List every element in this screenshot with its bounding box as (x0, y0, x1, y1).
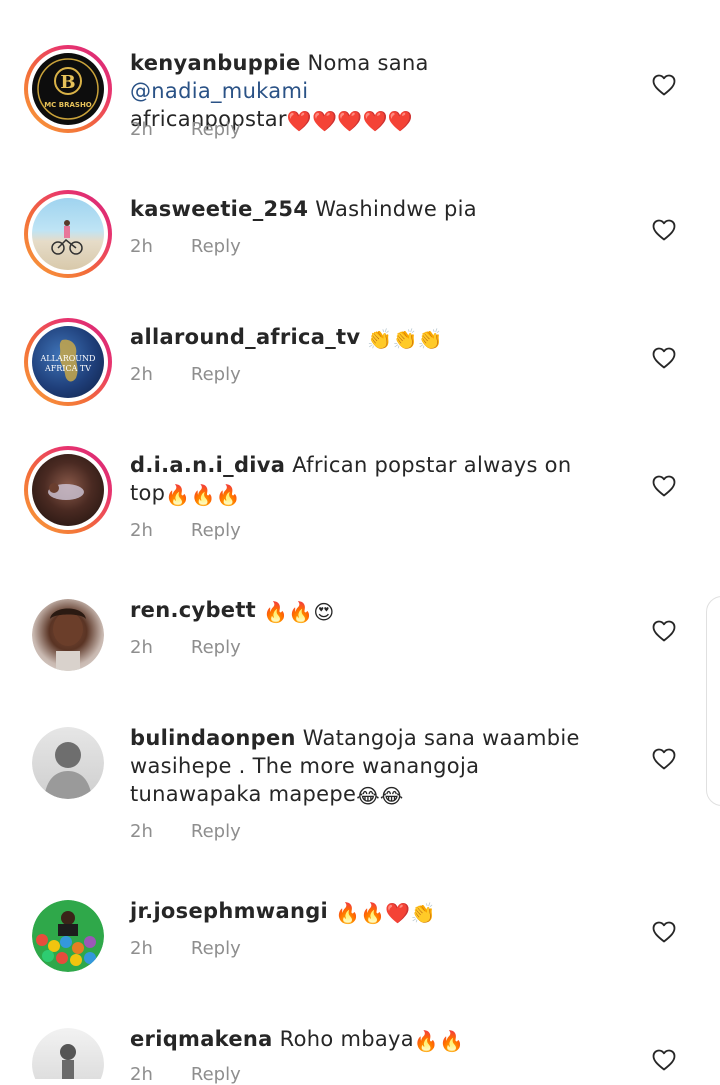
comment-emojis: 🔥🔥🔥 (165, 483, 241, 507)
avatar[interactable]: B MC BRASHO (24, 45, 112, 133)
comment-emojis: 🔥🔥 (413, 1029, 465, 1053)
reply-button[interactable]: Reply (191, 637, 241, 658)
comment-time: 2h (130, 119, 153, 140)
avatar-logo-text-line1: ALLAROUND (40, 354, 96, 363)
reply-button[interactable]: Reply (191, 520, 241, 541)
comment-emojis: 😂😂 (356, 784, 404, 808)
comment-username[interactable]: allaround_africa_tv (130, 325, 360, 349)
comment-emojis: 🔥🔥❤️👏 (335, 901, 436, 925)
avatar[interactable]: ALLAROUND AFRICA TV (24, 318, 112, 406)
reply-button[interactable]: Reply (191, 938, 241, 959)
comment-text: bulindaonpen Watangoja sana waambie wasi… (130, 724, 610, 810)
avatar[interactable] (32, 599, 104, 671)
comment-time: 2h (130, 236, 153, 257)
comment-time: 2h (130, 637, 153, 658)
edge-panel-handle[interactable] (706, 596, 720, 806)
reply-button[interactable]: Reply (191, 1064, 241, 1085)
comment-meta: 2h Reply (130, 637, 241, 658)
comment-body: Roho mbaya (279, 1027, 414, 1051)
comment-time: 2h (130, 1064, 153, 1085)
avatar-logo-letter: B (60, 72, 75, 93)
avatar-logo-text-line2: AFRICA TV (44, 364, 91, 373)
comment-emojis: ❤️❤️❤️❤️❤️ (286, 109, 413, 133)
comment-meta: 2h Reply (130, 236, 241, 257)
heart-outline-icon[interactable] (652, 219, 676, 241)
comment-username[interactable]: eriqmakena (130, 1027, 273, 1051)
comment-username[interactable]: jr.josephmwangi (130, 899, 328, 923)
avatar-logo-text: MC BRASHO (44, 101, 92, 109)
comment-body: Washindwe pia (315, 197, 477, 221)
comment-time: 2h (130, 821, 153, 842)
comment-time: 2h (130, 520, 153, 541)
comment-username[interactable]: kenyanbuppie (130, 51, 301, 75)
comment-text: allaround_africa_tv 👏👏👏 (130, 323, 610, 353)
comment-text: d.i.a.n.i_diva African popstar always on… (130, 451, 610, 509)
comment-username[interactable]: kasweetie_254 (130, 197, 308, 221)
heart-outline-icon[interactable] (652, 74, 676, 96)
comment-emojis: 👏👏👏 (367, 327, 443, 351)
comment-meta: 2h Reply (130, 821, 241, 842)
comment-meta: 2h Reply (130, 1064, 241, 1085)
comment-text: eriqmakena Roho mbaya🔥🔥 (130, 1025, 610, 1055)
comment-meta: 2h Reply (130, 119, 241, 140)
comment-meta: 2h Reply (130, 938, 241, 959)
comment-username[interactable]: bulindaonpen (130, 726, 296, 750)
heart-outline-icon[interactable] (652, 748, 676, 770)
heart-outline-icon[interactable] (652, 475, 676, 497)
reply-button[interactable]: Reply (191, 119, 241, 140)
comment-time: 2h (130, 364, 153, 385)
avatar[interactable] (32, 1028, 104, 1079)
avatar[interactable] (32, 900, 104, 972)
avatar[interactable] (32, 727, 104, 799)
comment-time: 2h (130, 938, 153, 959)
comment-body: Noma sana (307, 51, 429, 75)
reply-button[interactable]: Reply (191, 821, 241, 842)
heart-outline-icon[interactable] (652, 1049, 676, 1071)
heart-outline-icon[interactable] (652, 921, 676, 943)
comment-emojis: 🔥🔥😍 (263, 600, 335, 624)
comment-meta: 2h Reply (130, 364, 241, 385)
comment-text: ren.cybett 🔥🔥😍 (130, 596, 610, 626)
reply-button[interactable]: Reply (191, 364, 241, 385)
comment-username[interactable]: d.i.a.n.i_diva (130, 453, 285, 477)
heart-outline-icon[interactable] (652, 620, 676, 642)
comment-mention[interactable]: @nadia_mukami (130, 79, 308, 103)
comment-meta: 2h Reply (130, 520, 241, 541)
heart-outline-icon[interactable] (652, 347, 676, 369)
comment-text: kasweetie_254 Washindwe pia (130, 195, 610, 223)
comment-username[interactable]: ren.cybett (130, 598, 256, 622)
comment-text: jr.josephmwangi 🔥🔥❤️👏 (130, 897, 610, 927)
reply-button[interactable]: Reply (191, 236, 241, 257)
avatar[interactable] (24, 190, 112, 278)
avatar[interactable] (24, 446, 112, 534)
